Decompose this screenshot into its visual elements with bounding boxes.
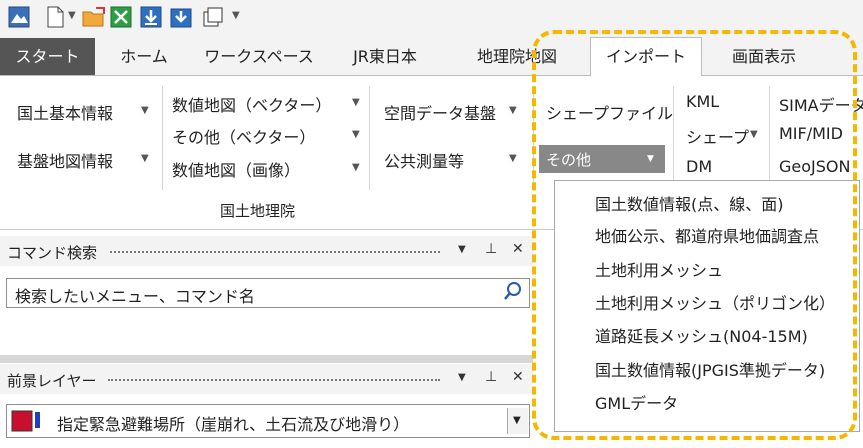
pin-icon[interactable]: ⊥ (485, 241, 497, 257)
command-search-header: コマンド検索 ▼ ⊥ ✕ (0, 236, 533, 266)
search-icon[interactable] (503, 281, 523, 307)
ribbon-divider (369, 86, 370, 190)
close-icon[interactable]: ✕ (512, 369, 524, 385)
chevron-down-icon: ▼ (513, 415, 521, 426)
tab-jr-east[interactable]: JR東日本 (337, 38, 433, 75)
chevron-down-icon[interactable]: ▼ (232, 10, 240, 21)
pin-icon[interactable]: ⊥ (485, 369, 497, 385)
ribbon-group-label: 国土地理院 (220, 202, 296, 220)
open-folder-icon[interactable] (82, 6, 105, 28)
chevron-down-icon[interactable]: ▼ (352, 162, 360, 173)
kiban-button[interactable]: 基盤地図情報 (17, 148, 113, 172)
image-button[interactable]: 数値地図（画像） (172, 157, 300, 181)
layer-select-dropdown-button[interactable]: ▼ (507, 408, 528, 434)
close-icon[interactable]: ✕ (512, 241, 524, 257)
save-icon[interactable] (170, 6, 192, 28)
highlight-annotation (532, 30, 857, 440)
app-map-icon[interactable] (8, 6, 30, 28)
chevron-down-icon[interactable]: ▼ (509, 105, 517, 116)
drag-handle[interactable] (108, 379, 440, 384)
drag-handle[interactable] (110, 251, 440, 256)
survey-button[interactable]: 公共測量等 (384, 148, 464, 172)
chevron-down-icon[interactable]: ▼ (458, 372, 466, 383)
ribbon-divider (162, 86, 163, 190)
chevron-down-icon[interactable]: ▼ (141, 105, 149, 116)
chevron-down-icon[interactable]: ▼ (68, 10, 76, 21)
other-vector-button[interactable]: その他（ベクター） (172, 124, 315, 148)
download-icon[interactable] (140, 6, 162, 28)
chevron-down-icon[interactable]: ▼ (352, 97, 360, 108)
layer-select[interactable]: 指定緊急避難場所（崖崩れ、土石流及び地滑り） ▼ (6, 404, 530, 438)
layer-color-icon (11, 409, 45, 437)
kihon-button[interactable]: 国土基本情報 (17, 100, 113, 124)
chevron-down-icon[interactable]: ▼ (352, 129, 360, 140)
tab-home[interactable]: ホーム (103, 38, 185, 75)
new-file-icon[interactable] (44, 6, 66, 28)
excel-icon[interactable] (110, 6, 132, 28)
chevron-down-icon[interactable]: ▼ (141, 153, 149, 164)
tab-workspace[interactable]: ワークスペース (193, 38, 325, 75)
layers-icon[interactable] (202, 6, 224, 28)
tab-start[interactable]: スタート (0, 38, 95, 75)
layer-panel-header: 前景レイヤー ▼ ⊥ ✕ (0, 364, 533, 394)
chevron-down-icon[interactable]: ▼ (509, 153, 517, 164)
panel-splitter[interactable] (0, 355, 533, 363)
spatial-button[interactable]: 空間データ基盤 (384, 100, 496, 124)
command-search-input[interactable]: 検索したいメニュー、コマンド名 (6, 278, 530, 308)
vector-button[interactable]: 数値地図（ベクター） (172, 92, 331, 116)
chevron-down-icon[interactable]: ▼ (458, 244, 466, 255)
